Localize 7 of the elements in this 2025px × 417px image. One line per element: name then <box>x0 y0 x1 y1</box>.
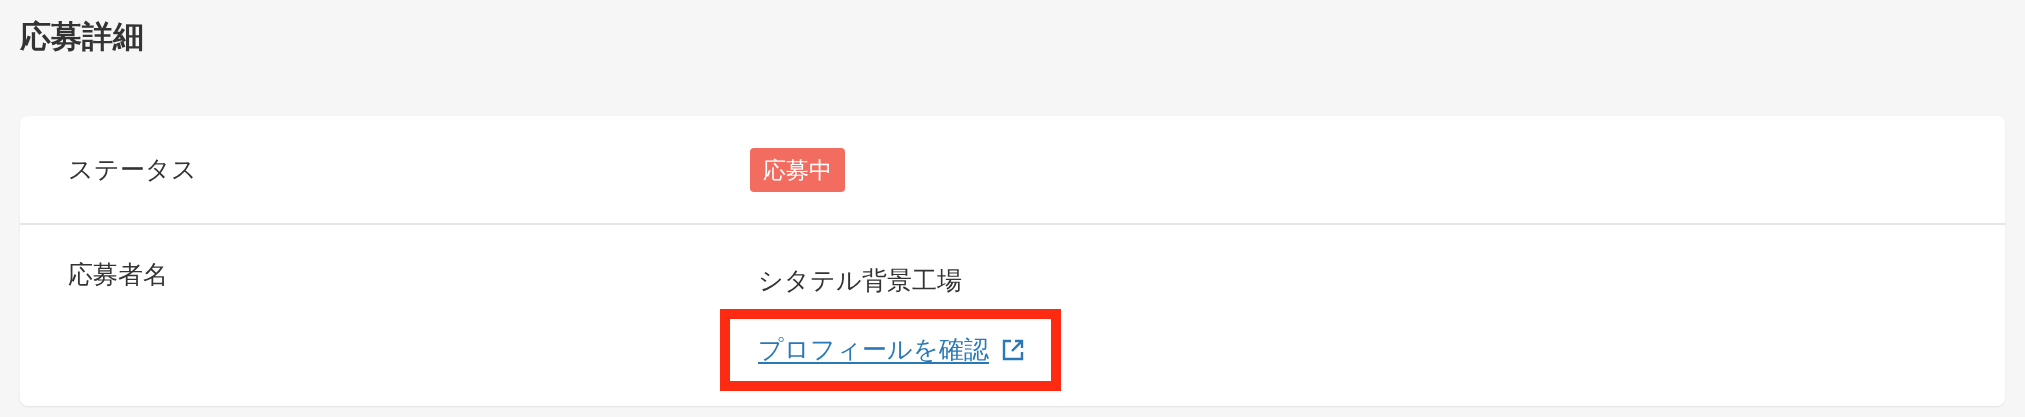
external-link-icon <box>1001 338 1025 362</box>
status-badge: 応募中 <box>750 147 845 192</box>
field-label: 応募者名 <box>68 259 168 291</box>
applicant-name: シタテル背景工場 <box>758 265 962 297</box>
field-label: ステータス <box>68 153 197 186</box>
page-title: 応募詳細 <box>20 17 144 56</box>
profile-link[interactable]: プロフィールを確認 <box>758 333 989 367</box>
